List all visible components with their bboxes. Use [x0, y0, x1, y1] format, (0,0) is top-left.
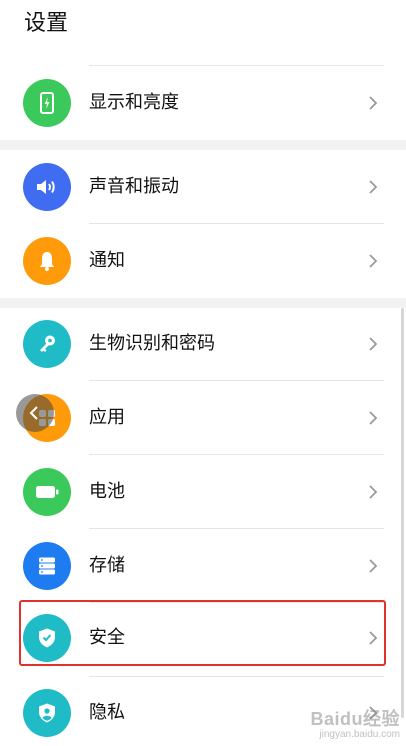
settings-item-apps[interactable]: 应用	[0, 381, 406, 455]
settings-item-label: 显示和亮度	[89, 92, 179, 113]
settings-item-label: 电池	[89, 481, 125, 502]
security-highlight-box	[19, 600, 386, 666]
settings-item-battery[interactable]: 电池	[0, 455, 406, 529]
settings-item-label: 通知	[89, 250, 125, 271]
chevron-right-icon	[369, 559, 378, 573]
settings-item-storage[interactable]: 存储	[0, 529, 406, 603]
settings-screen: 设置 显示和亮度 声音和振动 通知 生物识别和密码 应用 电池 存储 安全 隐私…	[0, 0, 406, 746]
privacy-icon	[23, 689, 71, 737]
storage-icon	[23, 542, 71, 590]
back-gesture-handle[interactable]	[16, 394, 54, 432]
watermark-main: Baidu经验	[310, 709, 400, 729]
key-icon	[23, 320, 71, 368]
watermark: Baidu经验 jingyan.baidu.com	[310, 705, 400, 740]
page-title: 设置	[24, 11, 69, 36]
phone-icon	[23, 79, 71, 127]
bell-icon	[23, 237, 71, 285]
watermark-sub: jingyan.baidu.com	[319, 729, 400, 740]
settings-item-label: 隐私	[89, 702, 125, 723]
settings-item-notifications[interactable]: 通知	[0, 224, 406, 298]
battery-icon	[23, 468, 71, 516]
chevron-right-icon	[369, 180, 378, 194]
settings-item-label: 应用	[89, 407, 125, 428]
chevron-right-icon	[369, 96, 378, 110]
chevron-right-icon	[369, 411, 378, 425]
chevron-left-icon	[29, 406, 38, 420]
settings-item-label: 生物识别和密码	[89, 333, 215, 354]
chevron-right-icon	[369, 337, 378, 351]
settings-item-label: 存储	[89, 555, 125, 576]
chevron-right-icon	[369, 254, 378, 268]
settings-item-sound[interactable]: 声音和振动	[0, 150, 406, 224]
settings-item-display[interactable]: 显示和亮度	[0, 66, 406, 140]
chevron-right-icon	[369, 485, 378, 499]
scrollbar[interactable]	[401, 308, 404, 718]
settings-item-biometrics[interactable]: 生物识别和密码	[0, 307, 406, 381]
settings-item-label: 声音和振动	[89, 176, 179, 197]
speaker-icon	[23, 163, 71, 211]
group-separator	[0, 140, 406, 150]
